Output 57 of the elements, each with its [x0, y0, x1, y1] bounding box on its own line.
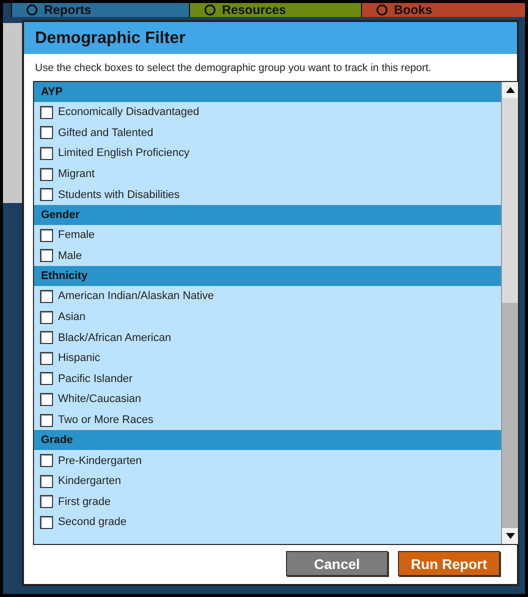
option-label: Female: [58, 229, 95, 242]
checkbox[interactable]: [40, 310, 53, 324]
dialog-button[interactable]: Cancel: [286, 551, 388, 576]
option-label: Male: [58, 250, 82, 262]
checkbox[interactable]: [40, 495, 53, 508]
checkbox[interactable]: [40, 414, 53, 427]
group-heading: Ethnicity: [34, 266, 501, 286]
option-label: Students with Disabilities: [58, 188, 180, 201]
option-label: Migrant: [58, 168, 95, 180]
option-label: Limited English Proficiency: [58, 147, 190, 160]
checkbox[interactable]: [40, 188, 53, 202]
option-label: Pre-Kindergarten: [58, 454, 142, 467]
checkbox[interactable]: [40, 516, 53, 529]
option-label: First grade: [58, 496, 111, 508]
option-label: White/Caucasian: [58, 393, 142, 406]
option-label: Kindergarten: [58, 475, 121, 488]
checkbox[interactable]: [40, 146, 53, 160]
checkbox[interactable]: [40, 249, 53, 262]
nav-tab[interactable]: Books: [361, 3, 525, 17]
tab-label: Books: [394, 3, 432, 17]
checkbox[interactable]: [40, 454, 53, 468]
option-label: Pacific Islander: [58, 372, 133, 385]
checkbox[interactable]: [40, 372, 53, 386]
instructions-text: Use the check boxes to select the demographic group you want to track in this report.: [34, 61, 432, 76]
tab-label: Reports: [44, 3, 92, 17]
checkbox[interactable]: [40, 392, 53, 406]
group-heading: Grade: [34, 430, 501, 450]
option-label: Black/African American: [58, 332, 172, 344]
checkbox[interactable]: [40, 228, 53, 242]
circle-icon: [376, 4, 388, 16]
scroll-down-icon[interactable]: [502, 528, 518, 544]
checkbox[interactable]: [40, 352, 53, 365]
option-label: Second grade: [58, 516, 126, 528]
group-heading: AYP: [34, 82, 501, 102]
option-label: Asian: [58, 311, 86, 324]
checkbox[interactable]: [40, 126, 53, 140]
option-label: Two or More Races: [58, 414, 154, 426]
group-heading: Gender: [34, 204, 501, 225]
option-label: Economically Disadvantaged: [58, 106, 200, 118]
checkbox[interactable]: [40, 331, 53, 344]
scrollbar-thumb[interactable]: [502, 303, 518, 528]
checkbox[interactable]: [40, 106, 53, 119]
nav-tab[interactable]: Resources: [189, 3, 361, 17]
scroll-up-icon[interactable]: [502, 82, 518, 98]
checkbox[interactable]: [40, 474, 53, 488]
circle-icon: [26, 4, 38, 16]
checkbox[interactable]: [40, 168, 53, 181]
circle-icon: [204, 4, 216, 16]
dialog-button[interactable]: Run Report: [398, 551, 500, 576]
tab-label: Resources: [222, 3, 286, 17]
option-label: Gifted and Talented: [58, 126, 154, 139]
nav-tab[interactable]: Reports: [11, 3, 189, 17]
scrollbar[interactable]: [501, 82, 518, 544]
option-label: American Indian/Alaskan Native: [58, 290, 214, 302]
option-label: Hispanic: [58, 352, 100, 364]
checkbox[interactable]: [40, 290, 53, 303]
dialog-title: Demographic Filter: [35, 28, 186, 48]
